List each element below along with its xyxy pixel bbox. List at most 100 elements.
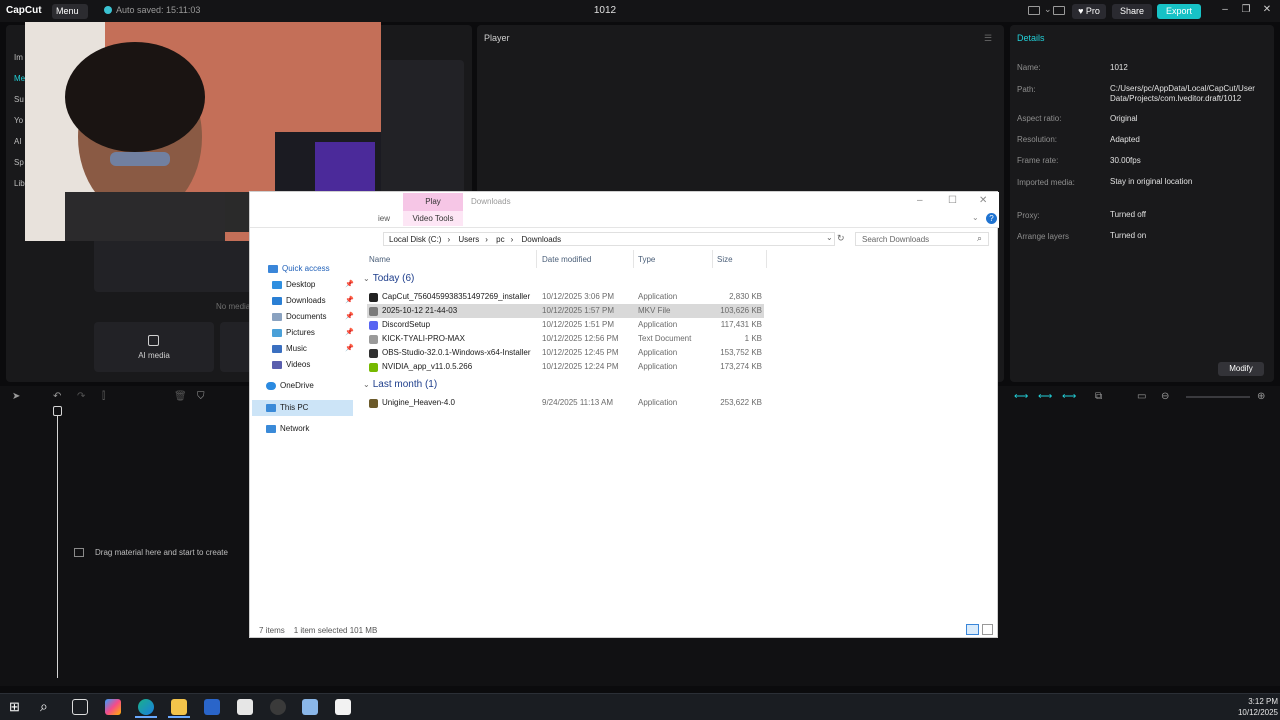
chevron-down-icon[interactable]: ⌄ — [1044, 4, 1052, 15]
group-header-last-month[interactable]: ⌄ Last month (1) — [363, 379, 437, 390]
ribbon-expand-icon[interactable]: ⌄ — [972, 213, 979, 222]
playhead[interactable] — [57, 406, 58, 678]
nav-item-documents[interactable]: Documents — [272, 312, 326, 321]
tab-video-tools[interactable]: Video Tools — [403, 211, 463, 226]
redo-icon[interactable]: ↷ — [77, 391, 85, 402]
sidebar-item-subproject[interactable]: Su — [14, 95, 24, 104]
nav-item-videos[interactable]: Videos — [272, 360, 310, 369]
store-icon[interactable] — [204, 699, 220, 715]
sidebar-item-media[interactable]: Me — [14, 74, 25, 83]
file-row[interactable]: CapCut_7560459938351497269_installer 10/1… — [367, 290, 764, 304]
breadcrumb-disk[interactable]: Local Disk (C:) — [389, 235, 441, 244]
shield-icon[interactable]: ⛉ — [197, 391, 205, 402]
nav-onedrive[interactable]: OneDrive — [266, 381, 314, 390]
search-input[interactable]: Search Downloads — [855, 232, 989, 246]
search-icon[interactable]: ⌕ — [40, 698, 48, 715]
sidebar-item-import[interactable]: Im — [14, 53, 23, 62]
link-icon[interactable]: ⟷ — [1038, 391, 1052, 402]
file-row[interactable]: DiscordSetup 10/12/2025 1:51 PM Applicatio… — [367, 318, 764, 332]
minimize-icon[interactable]: – — [1218, 4, 1232, 15]
column-header-date[interactable]: Date modified — [542, 255, 591, 264]
obs-icon[interactable] — [270, 699, 286, 715]
column-separator[interactable] — [766, 250, 767, 268]
sidebar-item-ai[interactable]: AI — [14, 137, 22, 146]
file-row[interactable]: Unigine_Heaven-4.0 9/24/2025 11:13 AM Appl… — [367, 396, 764, 410]
layout-icon[interactable] — [1028, 6, 1040, 15]
ai-media-card[interactable] — [94, 322, 214, 372]
details-view-icon[interactable] — [966, 624, 979, 635]
nav-quick-access[interactable]: Quick access — [268, 264, 330, 273]
start-icon[interactable]: ⊞ — [9, 699, 20, 715]
pin-icon[interactable]: 📌 — [345, 280, 354, 288]
capcut-icon[interactable] — [335, 699, 351, 715]
breadcrumb-users[interactable]: Users — [458, 235, 479, 244]
nav-item-pictures[interactable]: Pictures — [272, 328, 315, 337]
address-dropdown-icon[interactable]: ⌄ — [826, 233, 833, 242]
address-bar[interactable]: Local Disk (C:) › Users › pc › Downloads — [383, 232, 835, 246]
preview-axis-icon[interactable]: ⟷ — [1062, 391, 1076, 402]
nav-network[interactable]: Network — [266, 424, 309, 433]
pro-button[interactable]: ♥ Pro — [1072, 4, 1106, 19]
pin-icon[interactable]: 📌 — [345, 328, 354, 336]
file-row[interactable]: OBS-Studio-32.0.1-Windows-x64-Installer 1… — [367, 346, 764, 360]
zoom-in-icon[interactable]: ⊕ — [1257, 391, 1265, 402]
breadcrumb-pc[interactable]: pc — [496, 235, 504, 244]
explorer-close-icon[interactable]: ✕ — [979, 195, 987, 206]
explorer-maximize-icon[interactable]: ☐ — [948, 195, 957, 206]
playhead-handle[interactable] — [53, 406, 62, 416]
tab-view[interactable]: iew — [378, 214, 390, 223]
modify-button[interactable]: Modify — [1218, 362, 1264, 376]
pin-icon[interactable]: 📌 — [345, 312, 354, 320]
media-card[interactable] — [220, 322, 250, 372]
nav-item-downloads[interactable]: Downloads — [272, 296, 326, 305]
zoom-out-icon[interactable]: ⊖ — [1161, 391, 1169, 402]
column-separator[interactable] — [633, 250, 634, 268]
sidebar-item-library[interactable]: Lib — [14, 179, 25, 188]
breadcrumb-downloads[interactable]: Downloads — [522, 235, 562, 244]
nav-item-desktop[interactable]: Desktop — [272, 280, 315, 289]
file-explorer-icon[interactable] — [171, 699, 187, 715]
sidebar-item-spaces[interactable]: Sp — [14, 158, 24, 167]
shortcut-icon[interactable] — [1053, 6, 1065, 15]
split-icon[interactable]: ⫿ — [102, 391, 105, 402]
edge-icon[interactable] — [138, 699, 154, 715]
share-button[interactable]: Share — [1112, 4, 1152, 19]
pin-icon[interactable]: 📌 — [345, 296, 354, 304]
column-header-name[interactable]: Name — [369, 255, 390, 264]
file-row[interactable]: NVIDIA_app_v11.0.5.266 10/12/2025 12:24 P… — [367, 360, 764, 374]
delete-icon[interactable]: 🗑 — [174, 391, 187, 402]
copilot-icon[interactable] — [105, 699, 121, 715]
large-icons-view-icon[interactable] — [982, 624, 993, 635]
refresh-icon[interactable]: ↻ — [837, 233, 845, 244]
group-header-today[interactable]: ⌄ Today (6) — [363, 273, 414, 284]
column-header-type[interactable]: Type — [638, 255, 655, 264]
snap-icon[interactable]: ⧉ — [1095, 391, 1102, 402]
close-icon[interactable]: ✕ — [1260, 4, 1274, 15]
task-view-icon[interactable] — [72, 699, 88, 715]
zoom-slider[interactable] — [1186, 396, 1250, 398]
select-tool-icon[interactable]: ➤ — [12, 391, 20, 402]
app-icon[interactable] — [302, 699, 318, 715]
magnet-icon[interactable]: ⟷ — [1014, 391, 1028, 402]
search-icon[interactable]: ⌕ — [977, 233, 982, 244]
column-separator[interactable] — [536, 250, 537, 268]
column-header-size[interactable]: Size — [717, 255, 733, 264]
nav-this-pc[interactable]: This PC — [266, 403, 308, 412]
maximize-icon[interactable]: ❐ — [1239, 4, 1253, 15]
mail-icon[interactable] — [237, 699, 253, 715]
nav-item-music[interactable]: Music — [272, 344, 307, 353]
caption-icon[interactable]: ▭ — [1137, 391, 1146, 402]
pin-icon[interactable]: 📌 — [345, 344, 354, 352]
column-separator[interactable] — [712, 250, 713, 268]
file-row[interactable]: 2025-10-12 21-44-03 10/12/2025 1:57 PM MKV… — [367, 304, 764, 318]
help-icon[interactable]: ? — [986, 213, 997, 224]
sidebar-item-yours[interactable]: Yo — [14, 116, 23, 125]
export-button[interactable]: Export — [1157, 4, 1201, 19]
taskbar-clock[interactable]: 3:12 PM 10/12/2025 — [1222, 696, 1278, 718]
explorer-minimize-icon[interactable]: – — [917, 195, 923, 206]
player-menu-icon[interactable]: ☰ — [984, 33, 992, 44]
file-row[interactable]: KICK-TYALI-PRO-MAX 10/12/2025 12:56 PM Tex… — [367, 332, 764, 346]
tab-play[interactable]: Play — [403, 193, 463, 211]
menu-button[interactable]: Menu ⌄ — [52, 4, 88, 31]
undo-icon[interactable]: ↶ — [53, 391, 61, 402]
